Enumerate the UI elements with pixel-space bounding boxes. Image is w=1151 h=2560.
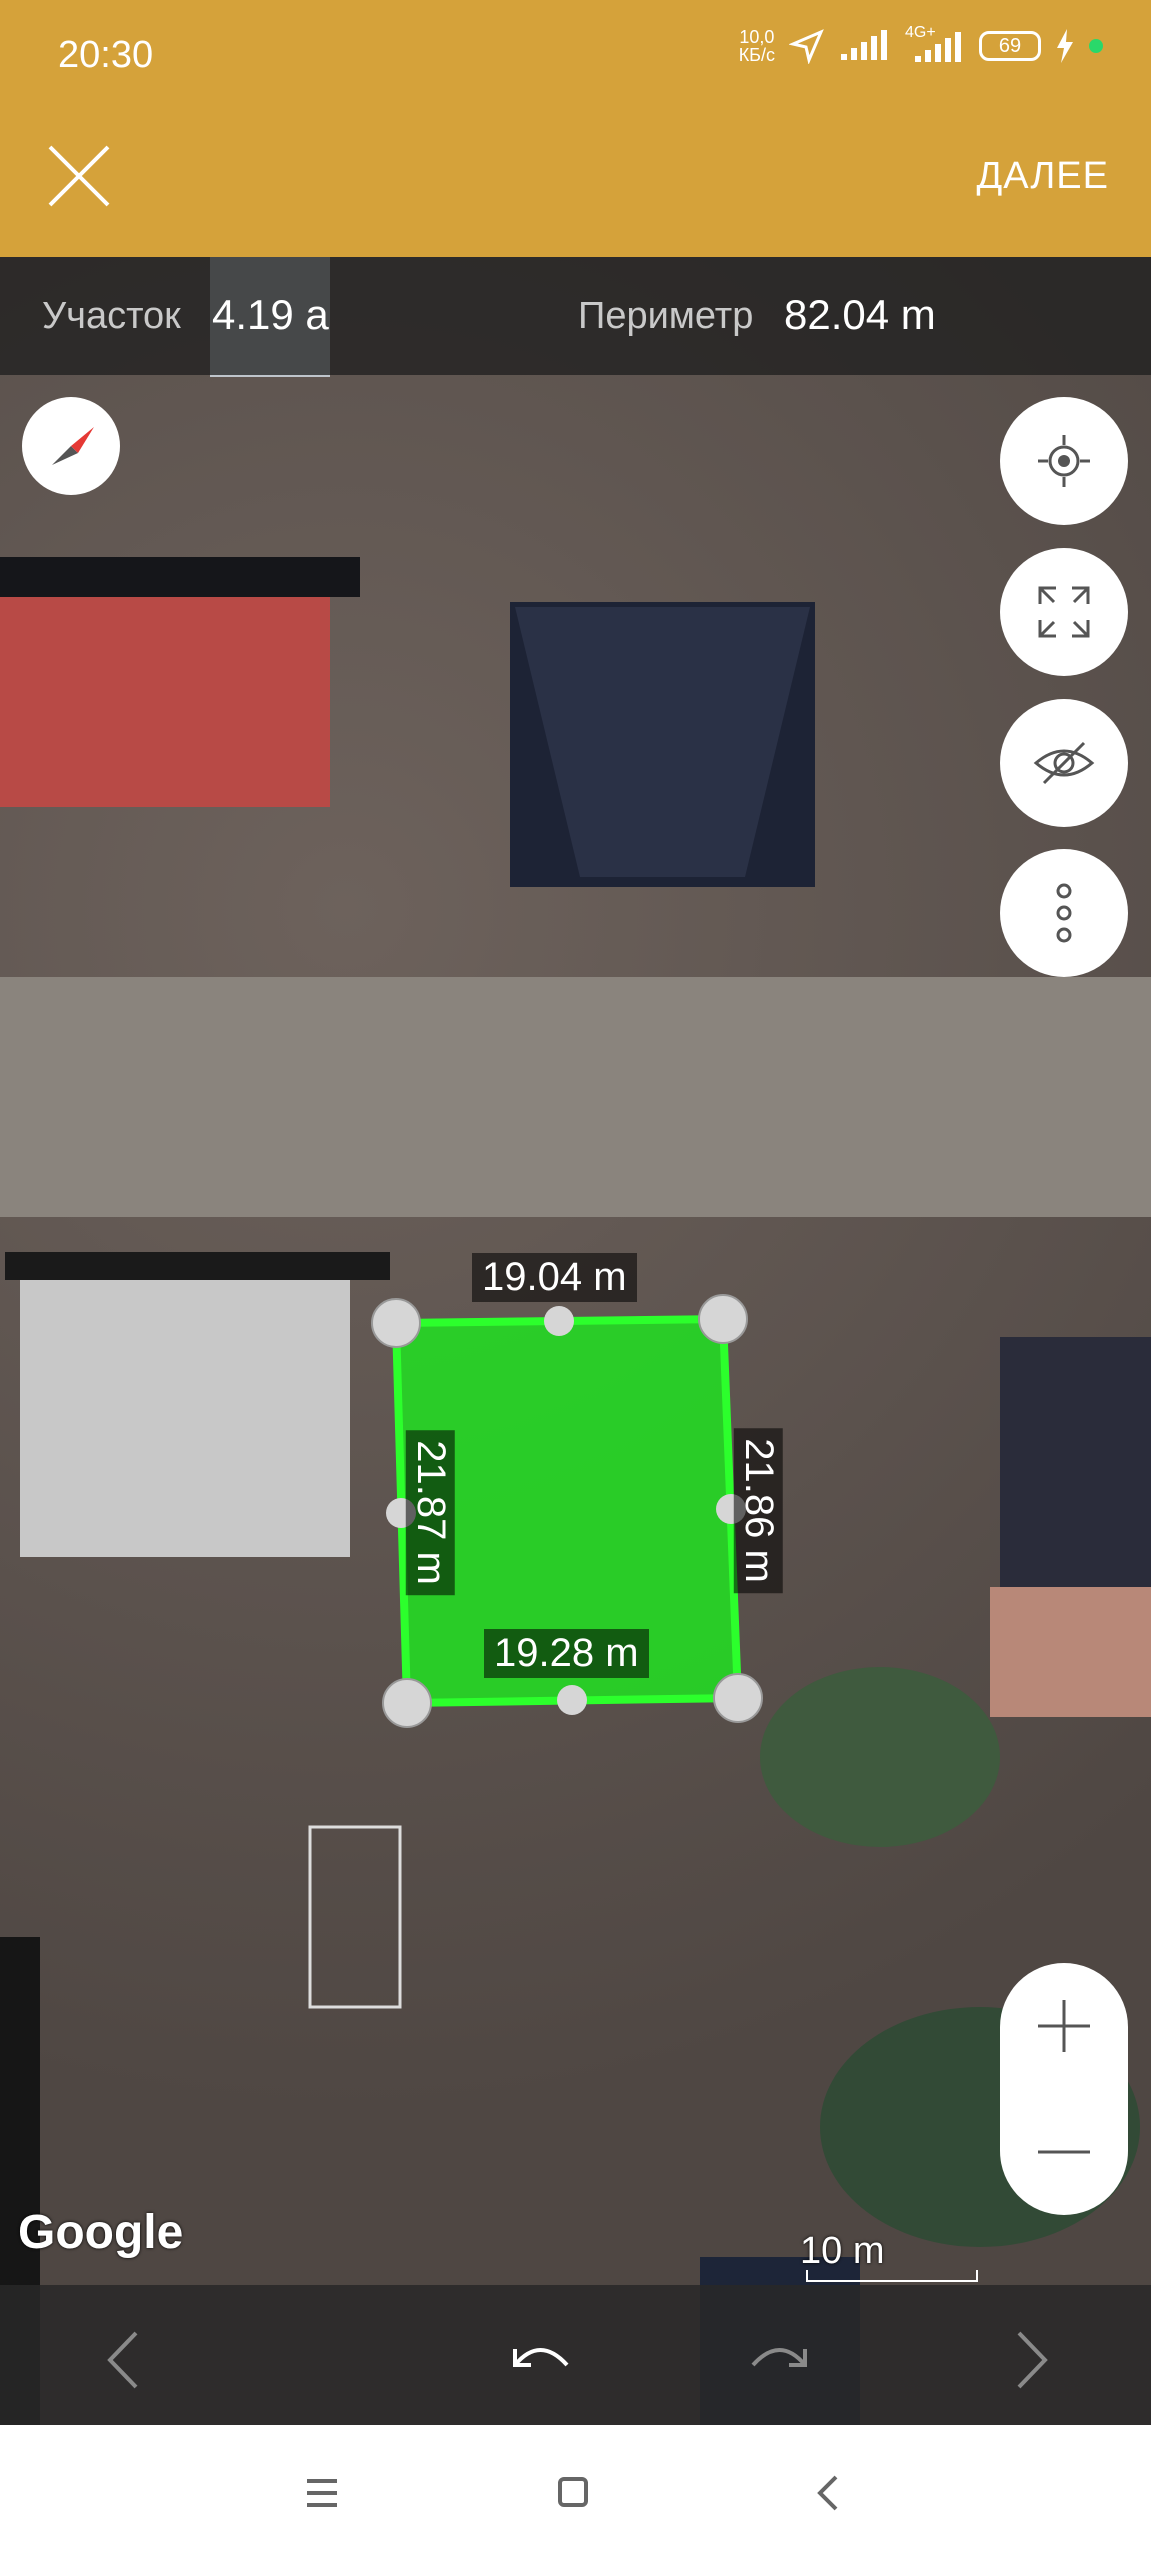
- battery-icon: 69: [979, 31, 1041, 61]
- satellite-map[interactable]: 19.04 m 19.28 m 21.87 m 21.86 m: [0, 257, 1151, 2425]
- my-location-button[interactable]: [1000, 397, 1128, 525]
- vertex-handle: [371, 1298, 421, 1348]
- zoom-in-button[interactable]: [1000, 1963, 1128, 2089]
- area-label: Участок: [42, 295, 181, 337]
- my-location-icon: [1038, 435, 1090, 487]
- vertex-handle: [698, 1294, 748, 1344]
- next-button[interactable]: ДАЛЕЕ: [976, 155, 1109, 198]
- toggle-visibility-button[interactable]: [1000, 699, 1128, 827]
- back-icon: [817, 2475, 838, 2511]
- bottom-edge-length: 19.28 m: [484, 1629, 649, 1678]
- signal-icon-2: [915, 32, 961, 62]
- map-imagery: [0, 257, 1151, 2425]
- undo-button[interactable]: [505, 2325, 575, 2395]
- close-icon: [48, 145, 110, 207]
- home-button[interactable]: [538, 2463, 608, 2523]
- top-edge-length: 19.04 m: [472, 1253, 637, 1302]
- network-speed: 10,0 КБ/с: [739, 28, 775, 64]
- notification-dot: [1089, 39, 1103, 53]
- vertex-handle: [382, 1678, 432, 1728]
- google-attribution: Google: [18, 2206, 184, 2259]
- more-vert-icon: [1056, 883, 1072, 943]
- compass-button[interactable]: [22, 397, 120, 495]
- redo-button[interactable]: [745, 2325, 815, 2395]
- edit-controls-bar: [0, 2285, 1151, 2425]
- chevron-right-icon: [1017, 2331, 1048, 2389]
- network-speed-value: 10,0: [739, 27, 775, 47]
- location-arrow-icon: [789, 29, 824, 64]
- redo-icon: [751, 2348, 807, 2367]
- zoom-out-button[interactable]: [1000, 2089, 1128, 2215]
- compass-icon: [52, 427, 94, 465]
- system-navigation-bar: [0, 2425, 1151, 2560]
- visibility-off-icon: [1033, 741, 1095, 785]
- network-speed-unit: КБ/с: [738, 45, 775, 65]
- right-edge-length: 21.86 m: [733, 1428, 783, 1593]
- measurement-info-bar: Участок 4.19 a Периметр 82.04 m: [0, 257, 1151, 375]
- app-toolbar: ДАЛЕЕ: [0, 97, 1151, 257]
- previous-button[interactable]: [90, 2325, 160, 2395]
- left-edge-length: 21.87 m: [405, 1430, 455, 1595]
- home-square-icon: [558, 2477, 588, 2507]
- building-white-roof: [20, 1267, 350, 1557]
- chevron-left-icon: [107, 2331, 138, 2389]
- midpoint-handle: [557, 1685, 587, 1715]
- undo-icon: [513, 2348, 569, 2367]
- plus-icon: [1038, 2000, 1090, 2052]
- signal-4g-indicator: 4G+: [905, 24, 965, 64]
- status-bar: 20:30 10,0 КБ/с 4G+ 69: [0, 0, 1151, 97]
- minus-icon: [1038, 2150, 1090, 2154]
- recent-apps-button[interactable]: [287, 2463, 357, 2523]
- charging-icon: [1057, 29, 1073, 63]
- next-step-button[interactable]: [995, 2325, 1065, 2395]
- close-button[interactable]: [44, 141, 114, 211]
- map-scale-label: 10 m: [800, 2230, 885, 2272]
- status-icons: 10,0 КБ/с 4G+ 69: [739, 24, 1103, 64]
- more-options-button[interactable]: [1000, 849, 1128, 977]
- menu-icon: [307, 2479, 337, 2507]
- map-scale-bar: [806, 2270, 978, 2282]
- zoom-control: [1000, 1963, 1128, 2215]
- midpoint-handle: [544, 1306, 574, 1336]
- perimeter-value: 82.04 m: [784, 291, 936, 338]
- area-value: 4.19 a: [212, 291, 329, 338]
- signal-icon: [841, 30, 887, 60]
- building-red-roof: [0, 577, 330, 807]
- vertex-handle: [713, 1673, 763, 1723]
- fit-bounds-icon: [1038, 586, 1090, 638]
- perimeter-label: Периметр: [578, 295, 754, 337]
- fit-bounds-button[interactable]: [1000, 548, 1128, 676]
- back-button[interactable]: [792, 2463, 862, 2523]
- status-time: 20:30: [58, 34, 154, 76]
- battery-level: 69: [998, 34, 1022, 57]
